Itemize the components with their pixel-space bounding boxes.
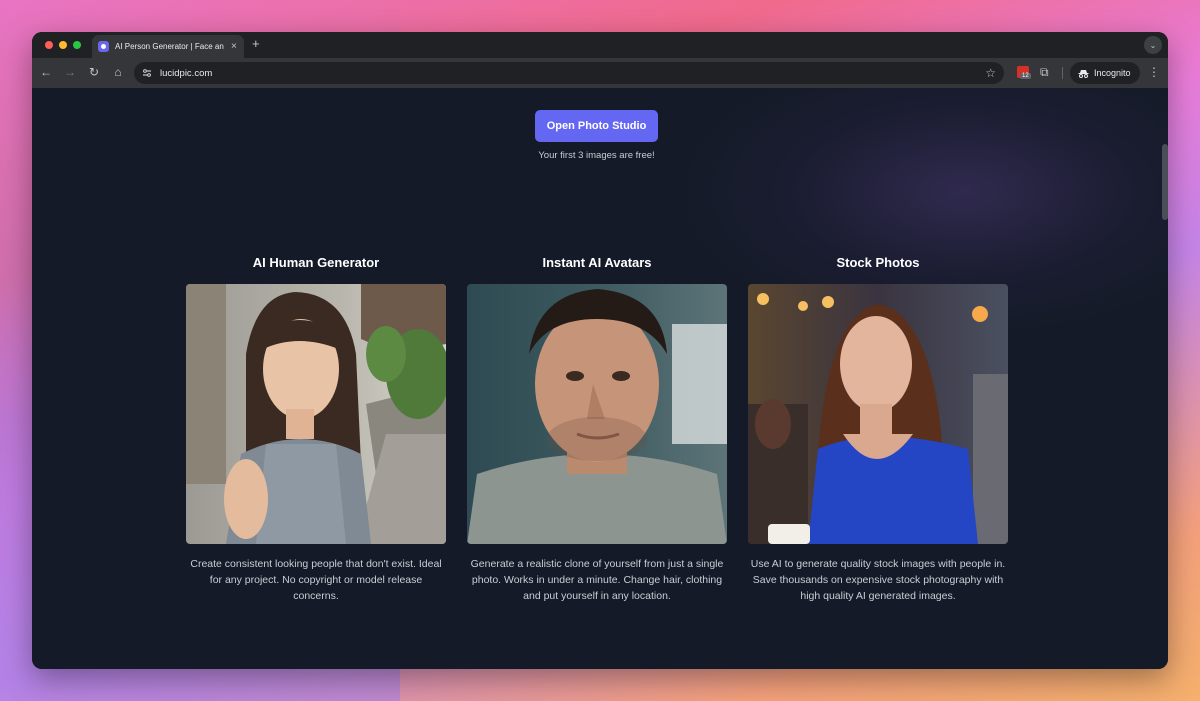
address-bar[interactable]: lucidpic.com ☆ xyxy=(134,62,1004,84)
woman-in-cafe-image xyxy=(748,284,1008,544)
extension-badge: 12 xyxy=(1020,73,1031,79)
tab-search-chevron-icon[interactable]: ⌄ xyxy=(1144,36,1162,54)
page-scrollbar[interactable] xyxy=(1162,144,1168,220)
maximize-window-button[interactable] xyxy=(73,41,81,49)
site-info-icon[interactable] xyxy=(142,68,154,78)
card-description: Use AI to generate quality stock images … xyxy=(750,558,1006,602)
card-title: AI Human Generator xyxy=(252,255,380,270)
extensions-puzzle-icon[interactable]: ⧉ xyxy=(1040,65,1049,80)
man-portrait-image xyxy=(467,284,727,544)
browser-window: AI Person Generator | Face an × + ⌄ ← → … xyxy=(32,32,1168,669)
card-title: Stock Photos xyxy=(836,255,920,270)
minimize-window-button[interactable] xyxy=(59,41,67,49)
toolbar-divider xyxy=(1062,67,1063,79)
incognito-label: Incognito xyxy=(1094,68,1131,78)
home-icon[interactable]: ⌂ xyxy=(110,65,126,79)
feature-card-stock-photos: Stock Photos Use AI to generate quality … xyxy=(748,254,1008,604)
card-description: Create consistent looking people that do… xyxy=(190,558,442,602)
asian-woman-portrait-image xyxy=(186,284,446,544)
feature-card-instant-ai-avatars: Instant AI Avatars Generate a realistic … xyxy=(467,254,727,604)
incognito-indicator[interactable]: Incognito xyxy=(1070,62,1140,84)
feature-card-ai-human-generator: AI Human Generator Create consistent loo… xyxy=(186,254,446,604)
new-tab-button[interactable]: + xyxy=(252,36,260,51)
browser-toolbar: ← → ↻ ⌂ lucidpic.com ☆ 12 ⧉ Incognito ⋮ xyxy=(32,58,1168,88)
url-text[interactable]: lucidpic.com xyxy=(160,68,212,79)
back-icon[interactable]: ← xyxy=(38,65,54,79)
site-favicon-icon xyxy=(98,41,109,52)
browser-menu-icon[interactable]: ⋮ xyxy=(1148,65,1160,79)
page-content: Open Photo Studio Your first 3 images ar… xyxy=(32,88,1168,669)
free-images-note: Your first 3 images are free! xyxy=(538,150,655,161)
forward-icon[interactable]: → xyxy=(62,65,78,79)
bookmark-star-icon[interactable]: ☆ xyxy=(985,66,996,80)
reload-icon[interactable]: ↻ xyxy=(86,65,102,79)
browser-tab[interactable]: AI Person Generator | Face an × xyxy=(92,35,244,58)
incognito-icon xyxy=(1078,69,1089,78)
tab-close-icon[interactable]: × xyxy=(231,41,237,52)
close-window-button[interactable] xyxy=(45,41,53,49)
tab-title: AI Person Generator | Face an xyxy=(115,42,224,51)
open-photo-studio-button[interactable]: Open Photo Studio xyxy=(535,110,658,142)
tab-bar: AI Person Generator | Face an × + ⌄ xyxy=(32,32,1168,58)
card-title: Instant AI Avatars xyxy=(542,255,652,270)
card-description: Generate a realistic clone of yourself f… xyxy=(470,558,724,602)
